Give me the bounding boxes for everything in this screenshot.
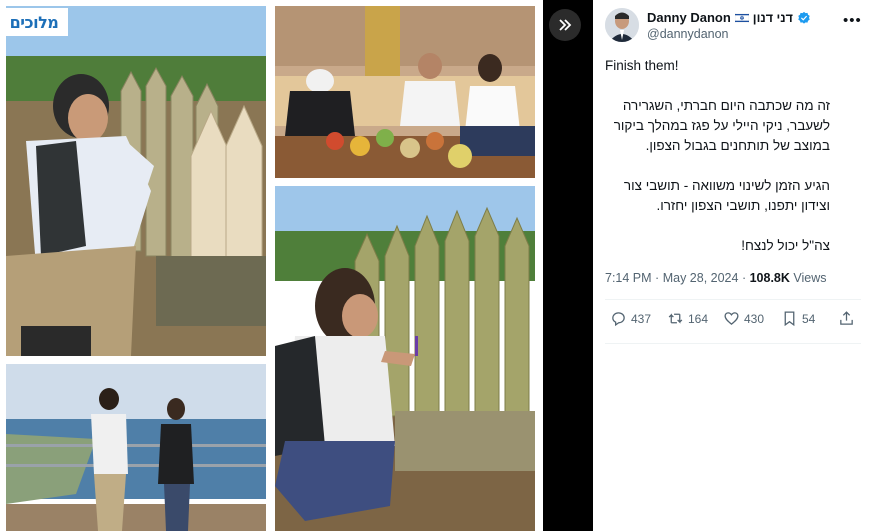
author-name-row[interactable]: Danny Danon דני דנון: [647, 10, 811, 25]
watermark-logo: מלוכים: [0, 8, 68, 36]
more-options-icon[interactable]: •••: [843, 12, 862, 29]
expand-sidebar-button[interactable]: [549, 9, 581, 41]
repost-count: 164: [688, 311, 709, 326]
tweet-line-1: Finish them!: [605, 58, 679, 73]
tweet-p4-line-1: צה"ל יכול לנצח!: [741, 238, 830, 253]
tweet-p3-line-1: הגיע הזמן לשינוי משוואה - תושבי צור: [623, 178, 830, 193]
tweet-p2-line-1: זה מה שכתבה היום חברתי, השגרירה: [622, 98, 830, 113]
tweet-photo-collage[interactable]: מלוכים: [0, 0, 543, 531]
lightbox-dark-panel: [543, 0, 593, 531]
reply-count: 437: [631, 311, 652, 326]
verified-badge-icon: [798, 11, 810, 24]
photo-seaside-lookout[interactable]: [6, 364, 266, 531]
divider: [605, 343, 861, 344]
bookmark-button[interactable]: 54: [781, 310, 815, 327]
repost-button[interactable]: 164: [667, 310, 708, 327]
tweet-detail-pane: Danny Danon דני דנון @dannydanon ••• Fin…: [593, 0, 870, 531]
tweet-date[interactable]: May 28, 2024: [663, 271, 739, 285]
views-label: Views: [793, 271, 827, 285]
tweet-p2-line-3: במוצב של תותחנים בגבול הצפון.: [645, 138, 830, 153]
meta-separator: ·: [655, 271, 660, 285]
reply-icon: [612, 312, 625, 327]
author-avatar[interactable]: [605, 8, 639, 42]
share-button[interactable]: [838, 310, 855, 327]
like-button[interactable]: 430: [723, 310, 764, 327]
author-hebrew-name: דני דנון: [752, 10, 793, 25]
divider: [605, 299, 861, 300]
tweet-paragraph-3: הגיע הזמן לשינוי משוואה - תושבי צור וציד…: [605, 176, 830, 216]
reply-button[interactable]: 437: [610, 310, 651, 327]
photo-meeting-room[interactable]: [275, 6, 535, 178]
tweet-time[interactable]: 7:14 PM: [605, 271, 652, 285]
tweet-text: Finish them! זה מה שכתבה היום חברתי, השג…: [605, 56, 830, 256]
tweet-p2-line-2: לשעבר, ניקי היילי על פגז במהלך ביקור: [613, 118, 830, 133]
repost-icon: [668, 313, 683, 324]
tweet-p3-line-2: וצידון יתפנו, תושבי הצפון יחזרו.: [656, 198, 830, 213]
share-icon: [840, 311, 853, 325]
tweet-meta: 7:14 PM · May 28, 2024 · 108.8K Views: [605, 271, 827, 285]
bookmark-icon: [784, 311, 795, 327]
bookmark-count: 54: [802, 311, 816, 326]
photo-man-signing-shells[interactable]: [6, 6, 266, 356]
heart-icon: [724, 312, 739, 325]
photo-woman-signing-shell[interactable]: [275, 186, 535, 531]
tweet-action-bar: 437 164 430 54: [605, 310, 857, 332]
israel-flag-icon: [734, 12, 749, 23]
like-count: 430: [744, 311, 765, 326]
views-count: 108.8K: [749, 271, 790, 285]
tweet-paragraph-2: זה מה שכתבה היום חברתי, השגרירה לשעבר, נ…: [605, 96, 830, 156]
author-handle[interactable]: @dannydanon: [647, 27, 729, 41]
author-display-name[interactable]: Danny Danon: [647, 10, 731, 25]
meta-separator: ·: [741, 271, 747, 285]
double-chevron-right-icon: [559, 19, 572, 31]
tweet-paragraph-4: צה"ל יכול לנצח!: [605, 236, 830, 256]
